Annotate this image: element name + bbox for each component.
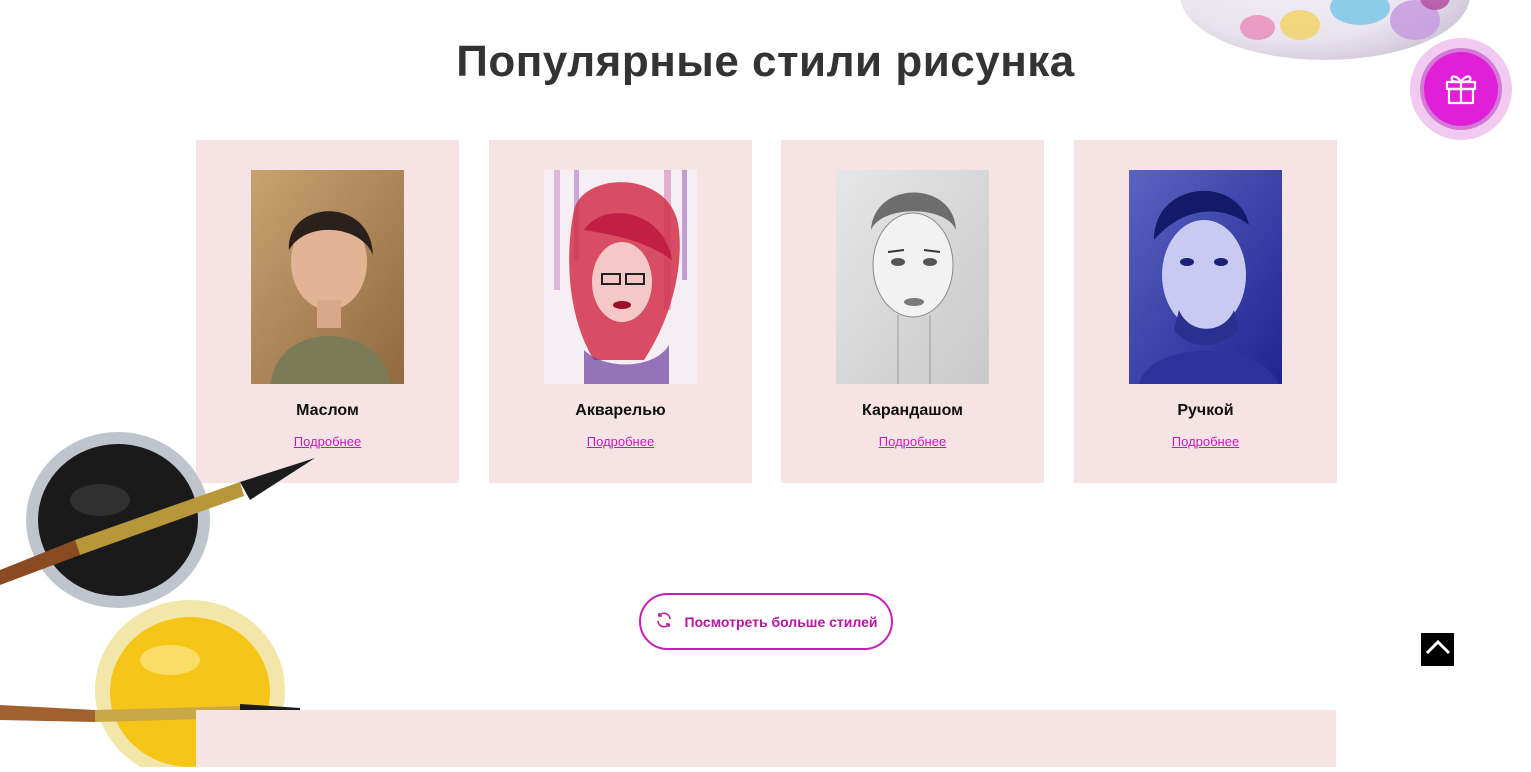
gift-button[interactable] xyxy=(1424,52,1498,126)
gift-icon xyxy=(1442,69,1480,110)
more-styles-label: Посмотреть больше стилей xyxy=(684,613,878,630)
style-card-title: Ручкой xyxy=(1177,402,1234,419)
page-title: Популярные стили рисунка xyxy=(456,37,1075,87)
more-styles-button[interactable]: Посмотреть больше стилей xyxy=(639,593,893,650)
pencil-portrait-image xyxy=(836,170,989,384)
next-section-band xyxy=(196,710,1336,767)
more-details-link[interactable]: Подробнее xyxy=(1074,434,1337,449)
style-card-title: Акварелью xyxy=(575,402,666,419)
pen-portrait-image xyxy=(1129,170,1282,384)
watercolor-portrait-image xyxy=(544,170,697,384)
style-card-pencil[interactable]: Карандашом Подробнее xyxy=(781,140,1044,483)
oil-portrait-image xyxy=(251,170,404,384)
more-details-link[interactable]: Подробнее xyxy=(781,434,1044,449)
style-card-title: Карандашом xyxy=(862,402,963,419)
scroll-top-button[interactable] xyxy=(1421,633,1454,666)
style-card-watercolor[interactable]: Акварелью Подробнее xyxy=(489,140,752,483)
chevron-up-icon xyxy=(1425,639,1451,660)
style-card-title: Маслом xyxy=(296,402,359,419)
more-details-link[interactable]: Подробнее xyxy=(489,434,752,449)
refresh-icon xyxy=(655,611,673,632)
style-card-pen[interactable]: Ручкой Подробнее xyxy=(1074,140,1337,483)
